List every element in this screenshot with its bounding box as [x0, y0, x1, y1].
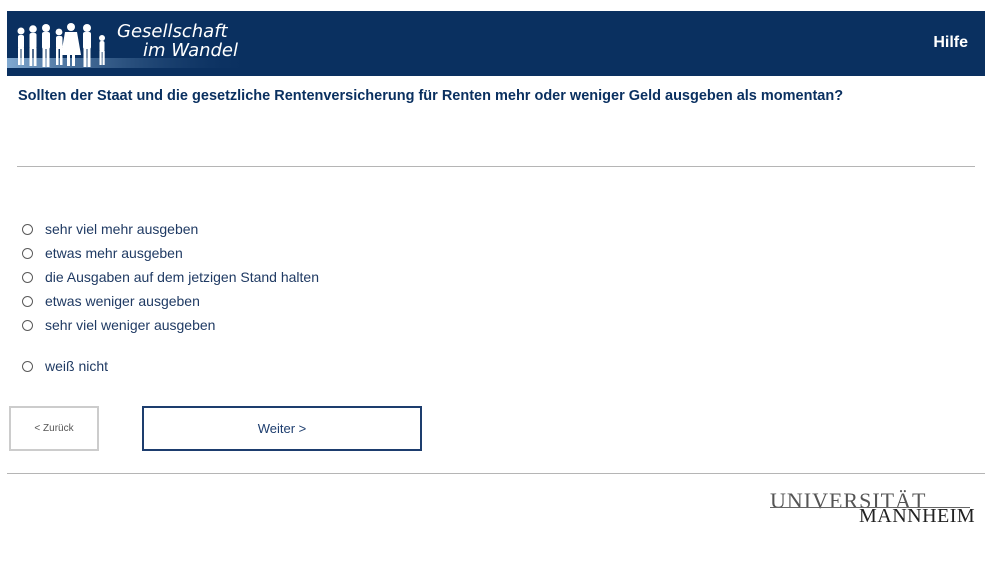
radio-button[interactable]: [22, 319, 33, 331]
gesellschaft-im-wandel-logo: Gesellschaft im Wandel: [7, 11, 267, 76]
option-etwas-mehr[interactable]: etwas mehr ausgeben: [21, 243, 441, 263]
header-banner: Gesellschaft im Wandel Hilfe: [7, 11, 985, 76]
option-label[interactable]: sehr viel weniger ausgeben: [45, 317, 215, 333]
logo-line-1: Gesellschaft: [117, 21, 228, 42]
uni-logo-line-2: MANNHEIM: [859, 505, 976, 527]
option-label[interactable]: etwas weniger ausgeben: [45, 293, 200, 309]
radio-button[interactable]: [22, 295, 33, 307]
next-button[interactable]: Weiter >: [142, 406, 422, 451]
radio-button[interactable]: [22, 271, 33, 283]
option-etwas-weniger[interactable]: etwas weniger ausgeben: [21, 291, 441, 311]
option-gleicher-stand[interactable]: die Ausgaben auf dem jetzigen Stand halt…: [21, 267, 441, 287]
radio-button[interactable]: [22, 247, 33, 259]
question-divider: [17, 166, 975, 167]
option-label[interactable]: die Ausgaben auf dem jetzigen Stand halt…: [45, 269, 319, 285]
radio-button[interactable]: [22, 223, 33, 235]
option-sehr-viel-mehr[interactable]: sehr viel mehr ausgeben: [21, 219, 441, 239]
back-button[interactable]: < Zurück: [9, 406, 99, 451]
option-weiss-nicht[interactable]: weiß nicht: [21, 356, 441, 376]
option-sehr-viel-weniger[interactable]: sehr viel weniger ausgeben: [21, 315, 441, 335]
option-label[interactable]: weiß nicht: [45, 358, 108, 374]
option-label[interactable]: sehr viel mehr ausgeben: [45, 221, 198, 237]
logo-line-2: im Wandel: [143, 40, 239, 61]
option-label[interactable]: etwas mehr ausgeben: [45, 245, 183, 261]
footer-divider: [7, 473, 985, 474]
logo-text: Gesellschaft im Wandel: [117, 22, 238, 60]
question-text: Sollten der Staat und die gesetzliche Re…: [18, 88, 844, 104]
help-link[interactable]: Hilfe: [933, 34, 968, 52]
radio-button[interactable]: [22, 360, 33, 372]
university-mannheim-logo: UNIVERSITÄT MANNHEIM: [770, 488, 975, 528]
